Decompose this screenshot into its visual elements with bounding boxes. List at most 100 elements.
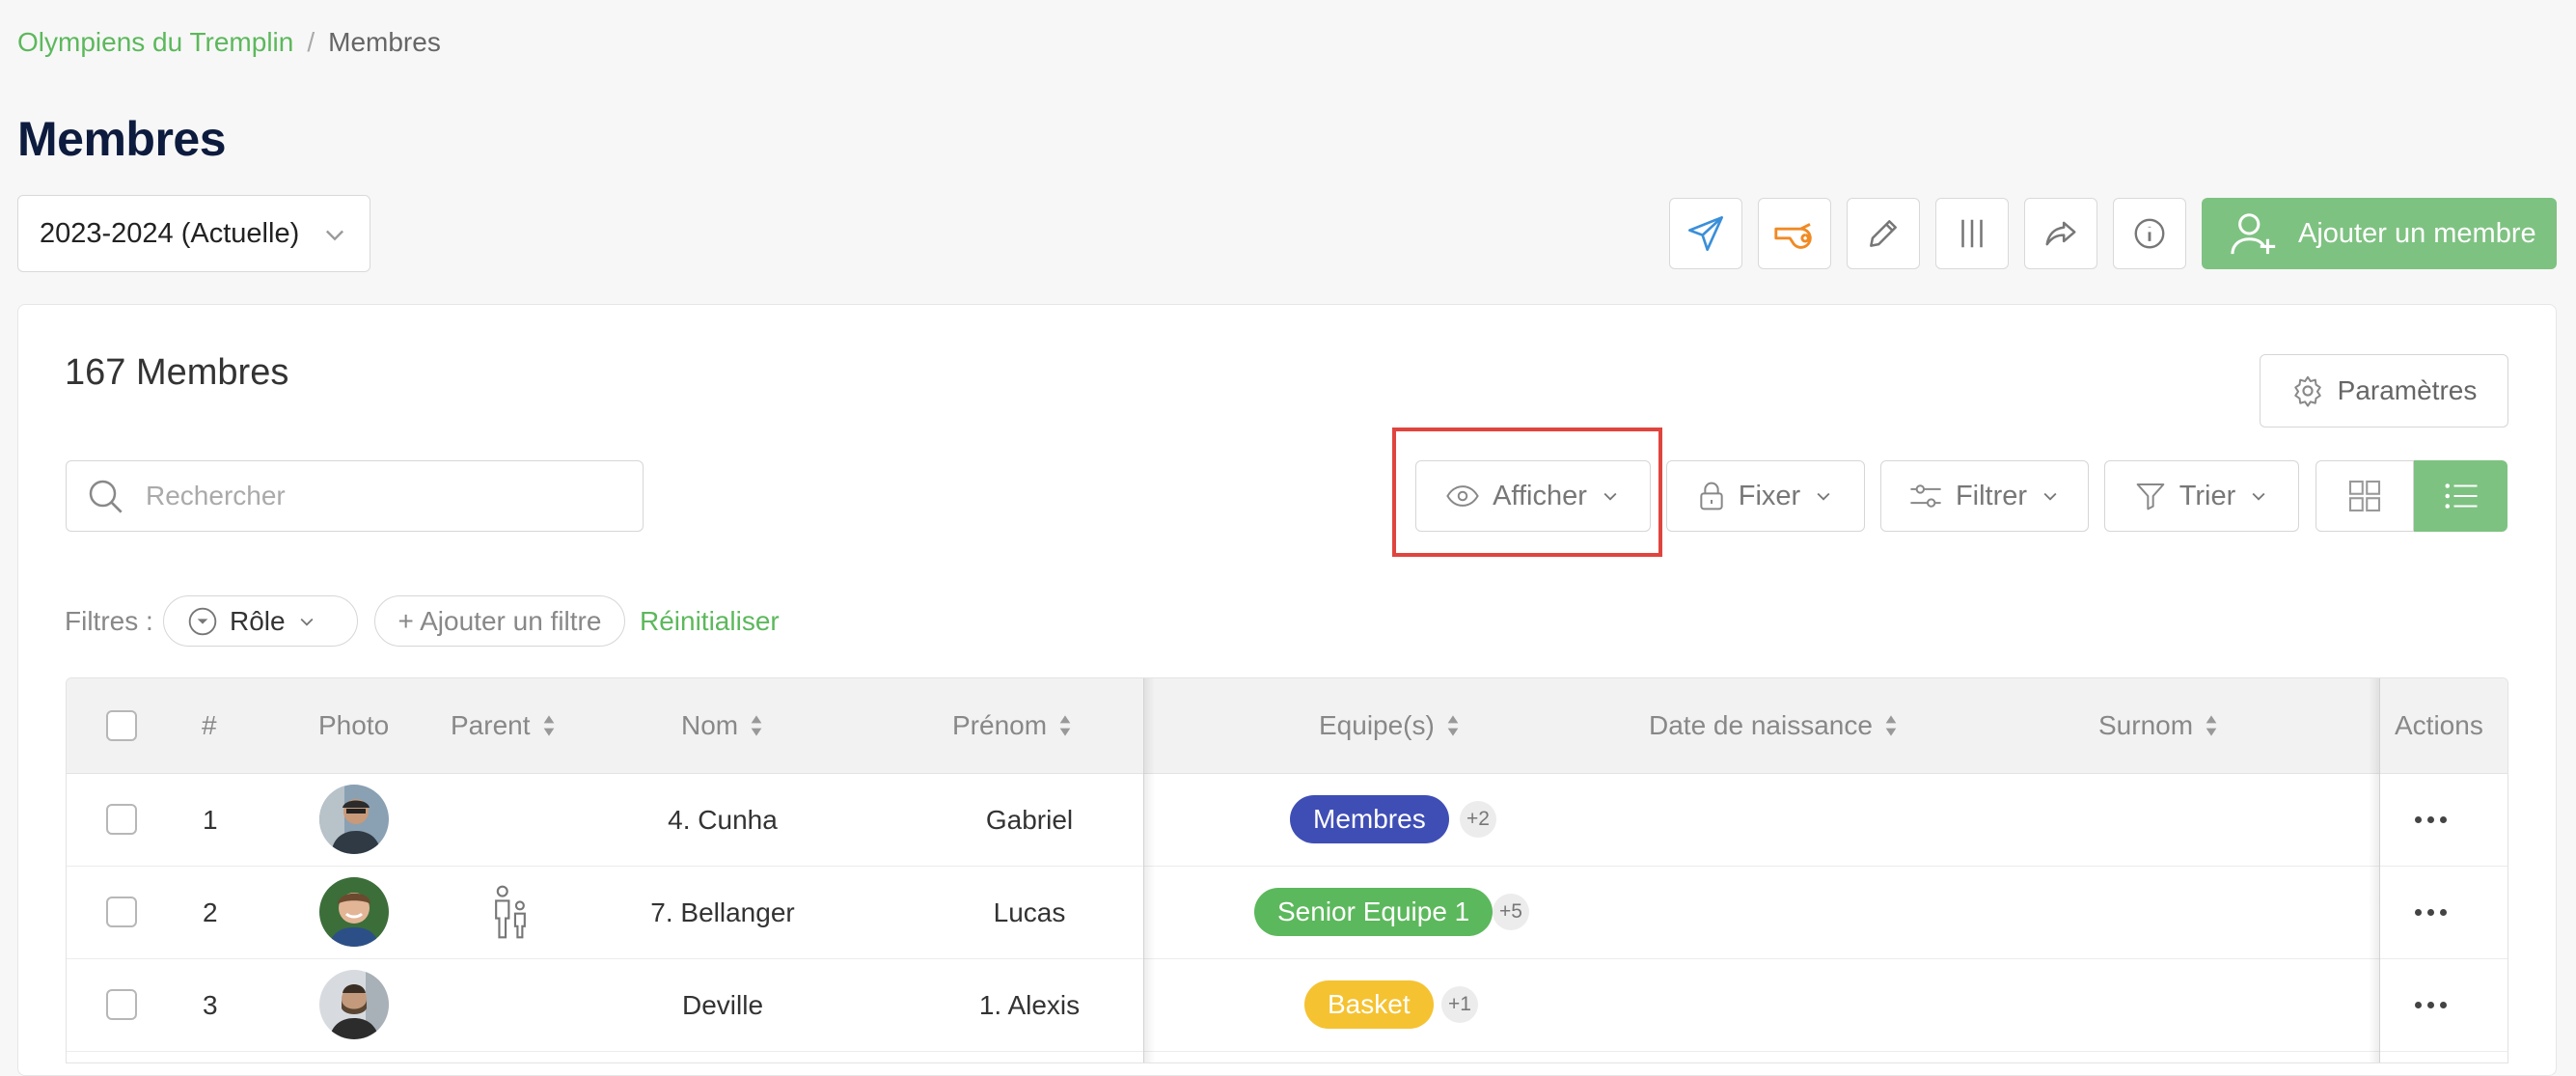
column-nickname: Surnom	[2098, 710, 2194, 740]
extra-teams-badge[interactable]: +5	[1493, 894, 1529, 930]
column-nickname-header[interactable]: Surnom	[2098, 710, 2218, 741]
row-checkbox[interactable]	[106, 989, 137, 1020]
breadcrumb-separator: /	[307, 27, 315, 57]
row-number: 3	[203, 990, 218, 1020]
column-firstname: Prénom	[952, 710, 1048, 740]
edit-button[interactable]	[1847, 198, 1920, 269]
send-message-button[interactable]	[1669, 198, 1742, 269]
row-checkbox[interactable]	[106, 804, 137, 835]
team-badge[interactable]: Senior Equipe 1	[1254, 888, 1494, 936]
pin-button[interactable]: Fixer	[1666, 460, 1865, 532]
row-actions-menu[interactable]	[2415, 1002, 2447, 1008]
row-actions-menu[interactable]	[2415, 816, 2447, 823]
grid-view-toggle[interactable]	[2316, 460, 2414, 532]
info-button[interactable]	[2113, 198, 2186, 269]
sliders-icon	[1910, 484, 1941, 508]
settings-label: Paramètres	[2337, 375, 2478, 405]
team-badge[interactable]: Membres	[1290, 795, 1449, 843]
breadcrumb-current: Membres	[328, 27, 441, 57]
list-icon	[2445, 483, 2477, 509]
pencil-icon	[1870, 220, 1897, 247]
sort-icon	[751, 715, 762, 736]
members-table: # Photo Parent Nom Prénom Equipe(s) Date…	[66, 677, 2508, 1063]
breadcrumb: Olympiens du Tremplin / Membres	[17, 27, 441, 58]
extra-teams-badge[interactable]: +1	[1441, 986, 1478, 1023]
team-badge[interactable]: Basket	[1304, 980, 1434, 1029]
search-input[interactable]	[144, 480, 630, 512]
settings-button[interactable]: Paramètres	[2260, 354, 2508, 428]
select-all-checkbox[interactable]	[106, 710, 137, 741]
season-select-value: 2023-2024 (Actuelle)	[40, 217, 300, 249]
whistle-icon	[1774, 223, 1812, 249]
share-icon	[2045, 221, 2076, 246]
row-last-name: 4. Cunha	[668, 805, 778, 835]
reset-filters-link[interactable]: Réinitialiser	[640, 606, 780, 637]
circle-chevron-icon	[188, 607, 217, 635]
row-last-name: Deville	[681, 990, 764, 1020]
lock-icon	[1700, 482, 1723, 510]
list-view-toggle[interactable]	[2414, 460, 2507, 532]
avatar[interactable]	[319, 785, 389, 854]
avatar[interactable]	[319, 877, 389, 947]
columns-button[interactable]	[1935, 198, 2009, 269]
table-row[interactable]: 2 7. Bellanger Lucas Senior Equipe 1 +5	[67, 866, 2507, 959]
column-birthdate: Date de naissance	[1649, 710, 1873, 740]
chevron-down-icon	[1817, 492, 1830, 501]
table-header: # Photo Parent Nom Prénom Equipe(s) Date…	[67, 678, 2507, 774]
column-parent: Parent	[451, 710, 531, 740]
pinned-column-shadow	[1143, 678, 1155, 1062]
row-first-name: Gabriel	[985, 805, 1074, 835]
sort-icon	[2206, 715, 2217, 736]
row-first-name: 1. Alexis	[978, 990, 1081, 1020]
column-teams-header[interactable]: Equipe(s)	[1319, 710, 1460, 741]
column-birthdate-header[interactable]: Date de naissance	[1649, 710, 1898, 741]
sort-icon	[1447, 715, 1459, 736]
chevron-down-icon	[300, 618, 314, 626]
funnel-icon	[2136, 483, 2165, 510]
row-number: 2	[203, 897, 218, 927]
add-user-icon	[2231, 213, 2276, 255]
row-actions-menu[interactable]	[2415, 909, 2447, 916]
column-teams: Equipe(s)	[1319, 710, 1435, 740]
sort-label: Trier	[2179, 480, 2236, 511]
row-first-name: Lucas	[993, 897, 1066, 927]
add-filter-button[interactable]: + Ajouter un filtre	[374, 595, 625, 647]
members-count: 167 Membres	[65, 352, 289, 393]
row-checkbox[interactable]	[106, 897, 137, 927]
breadcrumb-club-link[interactable]: Olympiens du Tremplin	[17, 27, 293, 57]
table-row[interactable]: 1 4. Cunha Gabriel Membres +2	[67, 773, 2507, 867]
season-select[interactable]: 2023-2024 (Actuelle)	[17, 195, 370, 272]
column-photo: Photo	[318, 710, 390, 740]
sort-icon	[543, 715, 554, 736]
parent-icon	[495, 885, 526, 939]
highlight-box	[1392, 428, 1662, 557]
column-actions: Actions	[2395, 710, 2483, 740]
page-title: Membres	[17, 112, 227, 166]
sort-button[interactable]: Trier	[2104, 460, 2299, 532]
row-number: 1	[203, 805, 218, 835]
filter-label: Filtrer	[1955, 480, 2028, 511]
extra-teams-badge[interactable]: +2	[1460, 801, 1496, 838]
table-row[interactable]: 3 Deville 1. Alexis Basket +1	[67, 958, 2507, 1052]
column-name-header[interactable]: Nom	[681, 710, 763, 741]
column-parent-header[interactable]: Parent	[451, 710, 556, 741]
row-last-name: 7. Bellanger	[650, 897, 795, 927]
chevron-down-icon	[2043, 492, 2057, 501]
whistle-button[interactable]	[1758, 198, 1831, 269]
add-member-button[interactable]: Ajouter un membre	[2202, 198, 2557, 269]
search-box[interactable]	[66, 460, 644, 532]
column-name: Nom	[681, 710, 739, 740]
share-button[interactable]	[2024, 198, 2097, 269]
chevron-down-icon	[2252, 492, 2265, 501]
send-icon	[1688, 216, 1723, 251]
columns-icon	[1961, 219, 1983, 248]
column-number: #	[202, 710, 217, 740]
grid-icon	[2348, 480, 2381, 512]
role-filter[interactable]: Rôle	[163, 595, 358, 647]
column-firstname-header[interactable]: Prénom	[952, 710, 1072, 741]
pin-label: Fixer	[1738, 480, 1801, 511]
chevron-down-icon	[326, 230, 343, 241]
avatar[interactable]	[319, 970, 389, 1039]
search-icon	[89, 480, 123, 513]
filter-button[interactable]: Filtrer	[1880, 460, 2089, 532]
